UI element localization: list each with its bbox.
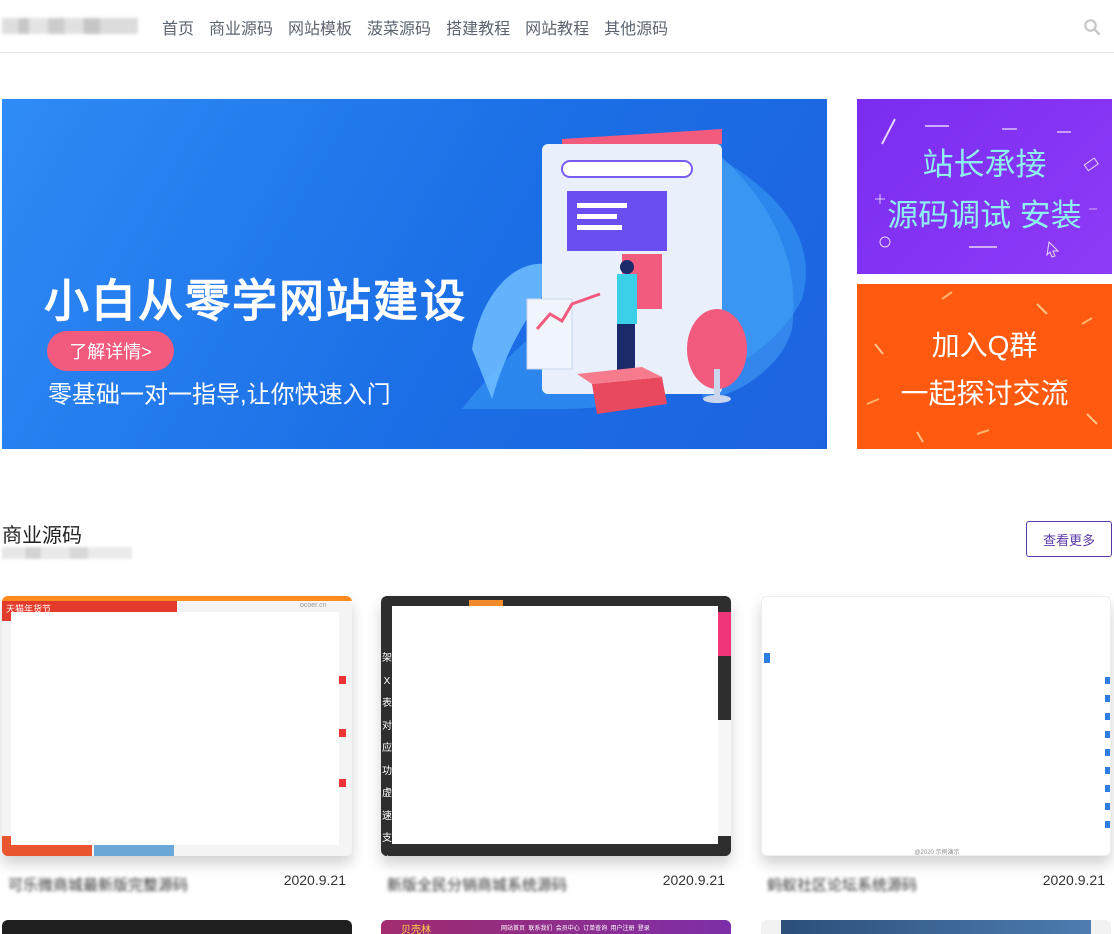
nav-item-templates[interactable]: 网站模板 xyxy=(288,15,352,39)
promo-join-qq-group[interactable]: 加入Q群 一起探讨交流 xyxy=(857,284,1112,449)
view-more-button[interactable]: 查看更多 xyxy=(1026,521,1112,557)
card-title[interactable]: 新版全民分销商城系统源码 xyxy=(387,874,637,895)
nav-item-home[interactable]: 首页 xyxy=(162,15,194,39)
site-header: 首页 商业源码 网站模板 菠菜源码 搭建教程 网站教程 其他源码 xyxy=(0,0,1114,53)
banner-title: 小白从零学网站建设 xyxy=(44,275,468,327)
promo-purple-line2: 源码调试 安装 xyxy=(887,198,1082,233)
nav-item-commercial-source[interactable]: 商业源码 xyxy=(209,15,273,39)
product-thumbnail[interactable]: 天猫年货节 ocoer.cn xyxy=(2,596,352,856)
row2-nav: 网站首页 联系我们 会员中心 订单查询 用户注册 登录 xyxy=(501,926,650,932)
nav-item-bocai-source[interactable]: 菠菜源码 xyxy=(367,15,431,39)
product-thumbnail[interactable]: @2020 示例演示 xyxy=(761,596,1111,856)
product-thumbnail[interactable]: 架 X表 对 应 功 虚 速 支 欢 xyxy=(381,596,731,856)
site-logo[interactable] xyxy=(2,18,138,34)
learn-more-button[interactable]: 了解详情> xyxy=(47,331,174,371)
hero-banner[interactable]: 小白从零学网站建设 零基础一对一指导,让你快速入门 了解详情> xyxy=(2,99,827,449)
promo-decoration xyxy=(875,118,1099,258)
nav-item-other-source[interactable]: 其他源码 xyxy=(604,15,668,39)
promo-orange-line1: 加入Q群 xyxy=(931,330,1038,361)
card-date: 2020.9.21 xyxy=(662,872,725,888)
banner-subtitle: 零基础一对一指导,让你快速入门 xyxy=(48,381,391,409)
promo-webmaster-service[interactable]: 站长承接 源码调试 安装 xyxy=(857,99,1112,274)
section-subtitle xyxy=(2,547,132,559)
nav-item-site-tutorials[interactable]: 网站教程 xyxy=(525,15,589,39)
card-title[interactable]: 可乐微商城最新版完整源码 xyxy=(8,874,258,895)
product-card-row2-2[interactable]: 贝壳林 网站首页 联系我们 会员中心 订单查询 用户注册 登录 xyxy=(381,920,731,934)
section-title: 商业源码 xyxy=(2,525,82,547)
nav-item-setup-tutorials[interactable]: 搭建教程 xyxy=(446,15,510,39)
thumb-domain: ocoer.cn xyxy=(300,602,327,609)
row2-brand: 贝壳林 xyxy=(401,925,431,934)
product-card-row2-3[interactable] xyxy=(761,920,1111,934)
promo-orange-line2: 一起探讨交流 xyxy=(900,378,1069,409)
confetti-decoration xyxy=(866,291,1098,443)
search-icon[interactable] xyxy=(1083,18,1101,36)
card-date: 2020.9.21 xyxy=(1042,872,1105,888)
product-card-row2-1[interactable] xyxy=(2,920,352,934)
card-title[interactable]: 蚂蚁社区论坛系统源码 xyxy=(767,874,1017,895)
card-date: 2020.9.21 xyxy=(283,872,346,888)
promo-purple-line1: 站长承接 xyxy=(922,147,1047,182)
thumb-footer: @2020 示例演示 xyxy=(914,850,960,856)
main-nav: 首页 商业源码 网站模板 菠菜源码 搭建教程 网站教程 其他源码 xyxy=(162,0,683,53)
